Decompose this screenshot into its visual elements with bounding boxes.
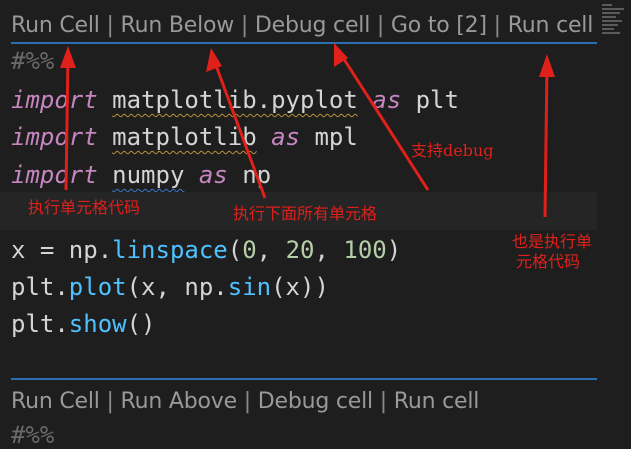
arrowhead-run-cell-2 bbox=[539, 54, 555, 77]
annotation-also-run-1: 也是执行单 bbox=[512, 232, 593, 251]
arrow-debug bbox=[338, 52, 430, 191]
arrowhead-run-below bbox=[206, 48, 222, 72]
annotation-debug: 支持debug bbox=[411, 141, 494, 160]
arrow-run-cell bbox=[64, 54, 70, 191]
annotation-also-run-2: 元格代码 bbox=[516, 252, 581, 271]
annotation-run-below: 执行下面所有单元格 bbox=[233, 204, 378, 223]
arrowhead-run-cell bbox=[60, 46, 76, 68]
arrow-run-below bbox=[212, 59, 267, 199]
arrow-run-cell-2 bbox=[543, 65, 549, 218]
annotation-run-cell: 执行单元格代码 bbox=[28, 198, 141, 217]
